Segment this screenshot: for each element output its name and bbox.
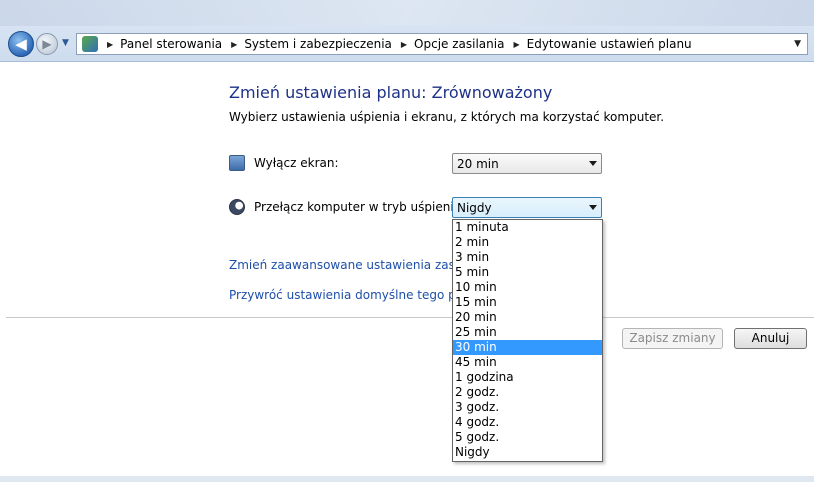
breadcrumb-item-power-options[interactable]: Opcje zasilania [414, 37, 504, 51]
option-3-hours[interactable]: 3 godz. [453, 400, 602, 415]
breadcrumb-separator-icon[interactable]: ▶ [231, 40, 237, 49]
display-off-label: Wyłącz ekran: [254, 156, 339, 170]
display-off-select[interactable]: 20 min [452, 153, 602, 174]
option-15-min[interactable]: 15 min [453, 295, 602, 310]
breadcrumb-item-system-security[interactable]: System i zabezpieczenia [244, 37, 392, 51]
display-off-value: 20 min [457, 156, 499, 171]
restore-defaults-link[interactable]: Przywróć ustawienia domyślne tego planu [229, 288, 482, 302]
breadcrumb-separator-icon[interactable]: ▶ [107, 40, 113, 49]
recent-pages-chevron-icon[interactable]: ▼ [62, 38, 69, 48]
option-20-min[interactable]: 20 min [453, 310, 602, 325]
back-arrow-icon[interactable]: ◀ [8, 31, 34, 57]
window-chrome: ◀ ▶ ▼ ▶ Panel sterowania ▶ System i zabe… [0, 0, 814, 62]
forward-arrow-icon[interactable]: ▶ [36, 33, 58, 55]
page-title: Zmień ustawienia planu: Zrównoważony [229, 83, 553, 102]
breadcrumb-item-control-panel[interactable]: Panel sterowania [120, 37, 222, 51]
option-30-min[interactable]: 30 min [453, 340, 602, 355]
divider [6, 317, 814, 318]
sleep-moon-icon [229, 199, 245, 215]
option-5-hours[interactable]: 5 godz. [453, 430, 602, 445]
sleep-select[interactable]: Nigdy [452, 197, 602, 218]
blurred-background [0, 0, 814, 26]
page-subtitle: Wybierz ustawienia uśpienia i ekranu, z … [229, 110, 665, 124]
option-45-min[interactable]: 45 min [453, 355, 602, 370]
window-bottom-edge [0, 476, 814, 482]
option-1-hour[interactable]: 1 godzina [453, 370, 602, 385]
option-never[interactable]: Nigdy [453, 445, 602, 460]
address-bar[interactable]: ▶ Panel sterowania ▶ System i zabezpiecz… [76, 33, 808, 55]
sleep-options-list[interactable]: 1 minuta 2 min 3 min 5 min 10 min 15 min… [452, 219, 603, 462]
advanced-settings-link[interactable]: Zmień zaawansowane ustawienia zasilania [229, 258, 487, 272]
cancel-button[interactable]: Anuluj [734, 328, 807, 349]
control-panel-icon [82, 36, 98, 52]
option-25-min[interactable]: 25 min [453, 325, 602, 340]
sleep-label: Przełącz komputer w tryb uśpienia: [254, 200, 466, 214]
option-5-min[interactable]: 5 min [453, 265, 602, 280]
chevron-down-icon [589, 161, 597, 166]
breadcrumb-separator-icon[interactable]: ▶ [401, 40, 407, 49]
chevron-down-icon [589, 205, 597, 210]
display-icon [229, 155, 245, 171]
sleep-value: Nigdy [457, 200, 492, 215]
option-4-hours[interactable]: 4 godz. [453, 415, 602, 430]
breadcrumb-separator-icon[interactable]: ▶ [513, 40, 519, 49]
breadcrumb-item-edit-plan[interactable]: Edytowanie ustawień planu [527, 37, 692, 51]
option-1-minute[interactable]: 1 minuta [453, 220, 602, 235]
save-changes-button[interactable]: Zapisz zmiany [622, 328, 723, 349]
address-history-chevron-icon[interactable]: ▼ [794, 39, 801, 49]
option-3-min[interactable]: 3 min [453, 250, 602, 265]
option-2-hours[interactable]: 2 godz. [453, 385, 602, 400]
option-2-min[interactable]: 2 min [453, 235, 602, 250]
option-10-min[interactable]: 10 min [453, 280, 602, 295]
